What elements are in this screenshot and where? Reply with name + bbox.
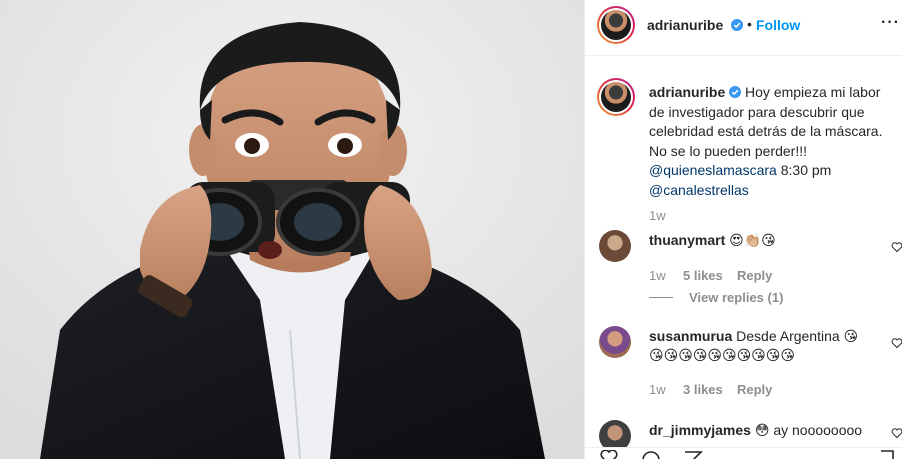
caption-verified-icon — [729, 86, 742, 98]
comment-age[interactable]: 1w — [649, 268, 666, 283]
caption-mention-1[interactable]: @quieneslamascara — [649, 162, 777, 178]
author-username[interactable]: adrianuribe — [647, 17, 723, 33]
replies-divider — [649, 297, 673, 298]
comment-avatar[interactable] — [599, 230, 631, 262]
comment-username[interactable]: susanmurua — [649, 328, 732, 344]
comment-3: dr_jimmyjames 😳 ay noooooooo — [649, 421, 864, 440]
like-icon[interactable] — [599, 450, 619, 459]
caption-author-avatar[interactable] — [597, 78, 635, 116]
comment-2: susanmurua Desde Argentina 😘😘😘😘😘😘😘😘😘😘😘 — [649, 327, 864, 365]
caption-time: 8:30 pm — [780, 162, 832, 178]
like-heart-icon[interactable] — [891, 241, 902, 253]
comment-body: 😍👏🏼😘 — [729, 232, 776, 248]
post-caption: adrianuribe Hoy empieza mi labor de inve… — [649, 83, 899, 200]
comment-age[interactable]: 1w — [649, 382, 666, 397]
comment-username[interactable]: dr_jimmyjames — [649, 422, 751, 438]
post-sidebar: adrianuribe • Follow ··· adrianuribe Hoy… — [584, 0, 902, 459]
separator-dot: • — [747, 16, 752, 32]
share-icon[interactable] — [683, 450, 703, 459]
reply-button[interactable]: Reply — [737, 268, 772, 283]
comment-1: thuanymart 😍👏🏼😘 — [649, 231, 864, 250]
follow-button[interactable]: Follow — [756, 17, 800, 33]
post-photo[interactable] — [0, 0, 584, 459]
comment-likes[interactable]: 5 likes — [683, 268, 723, 283]
comment-body: 😳 ay noooooooo — [754, 422, 863, 438]
author-avatar[interactable] — [597, 6, 635, 44]
verified-badge-icon — [731, 19, 743, 31]
caption-age[interactable]: 1w — [649, 208, 666, 223]
caption-username[interactable]: adrianuribe — [649, 84, 725, 100]
comment-username[interactable]: thuanymart — [649, 232, 725, 248]
comment-avatar[interactable] — [599, 326, 631, 358]
like-heart-icon[interactable] — [891, 337, 902, 349]
post-header: adrianuribe • Follow ··· — [585, 0, 902, 56]
comment-likes[interactable]: 3 likes — [683, 382, 723, 397]
comment-icon[interactable] — [641, 450, 661, 459]
more-options-icon[interactable]: ··· — [881, 14, 900, 32]
save-icon[interactable] — [879, 450, 895, 459]
post-image — [0, 0, 584, 459]
reply-button[interactable]: Reply — [737, 382, 772, 397]
like-heart-icon[interactable] — [891, 427, 902, 439]
caption-mention-2[interactable]: @canalestrellas — [649, 182, 749, 198]
view-replies-button[interactable]: View replies (1) — [689, 290, 783, 305]
action-bar — [585, 447, 902, 459]
